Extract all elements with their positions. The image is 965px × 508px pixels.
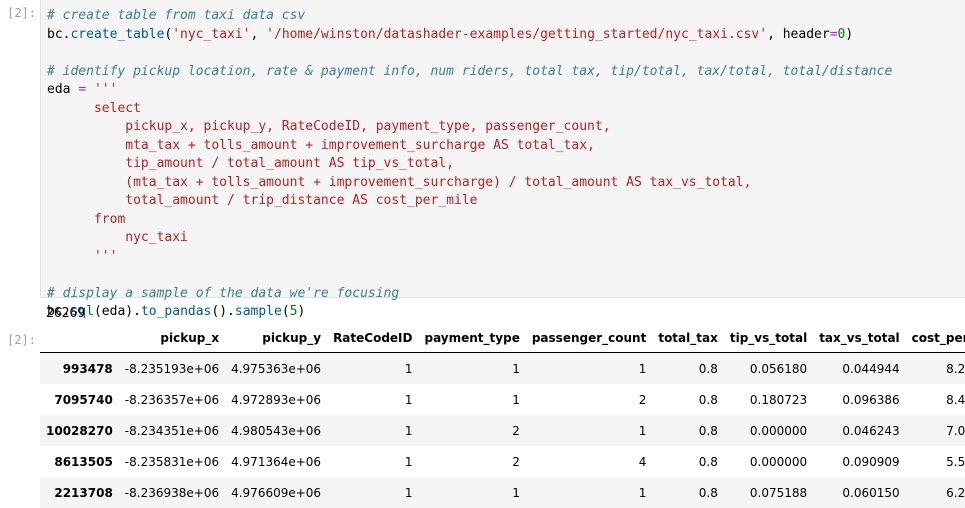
column-header: cost_per_mile [906, 324, 965, 353]
code-line: # create table from taxi data csv [47, 7, 965, 26]
code-line: eda = ''' [47, 81, 965, 100]
table-cell: 4.975363e+06 [225, 353, 327, 385]
table-cell: 4.980543e+06 [225, 415, 327, 446]
table-cell: 2 [526, 384, 652, 415]
column-header: RateCodeID [327, 324, 418, 353]
table-cell: 0.180723 [724, 384, 813, 415]
table-row: 8613505-8.235831e+064.971364e+061240.80.… [40, 446, 965, 477]
row-index: 7095740 [40, 384, 119, 415]
table-cell: 0.000000 [724, 446, 813, 477]
column-header: passenger_count [526, 324, 652, 353]
table-row: 2213708-8.236938e+064.976609e+061110.80.… [40, 477, 965, 508]
table-cell: 1 [327, 446, 418, 477]
table-cell: 0.8 [652, 353, 724, 385]
table-cell: 0.075188 [724, 477, 813, 508]
table-cell: 1 [418, 384, 525, 415]
column-header: pickup_x [119, 324, 225, 353]
dataframe-table: pickup_xpickup_yRateCodeIDpayment_typepa… [40, 324, 965, 508]
table-cell: 6.214953 [906, 477, 965, 508]
table-cell: 4.972893e+06 [225, 384, 327, 415]
column-header: pickup_y [225, 324, 327, 353]
table-row: 7095740-8.236357e+064.972893e+061120.80.… [40, 384, 965, 415]
code-line [47, 44, 965, 63]
stream-output: 26269 [46, 306, 85, 321]
code-line: tip_amount / total_amount AS tip_vs_tota… [47, 155, 965, 174]
table-row: 993478-8.235193e+064.975363e+061110.80.0… [40, 353, 965, 385]
table-cell: 0.090909 [813, 446, 905, 477]
code-line: select [47, 100, 965, 119]
table-cell: 8.469388 [906, 384, 965, 415]
table-cell: 0.8 [652, 415, 724, 446]
table-cell: -8.235831e+06 [119, 446, 225, 477]
code-line [47, 266, 965, 285]
row-index: 2213708 [40, 477, 119, 508]
table-cell: 1 [327, 353, 418, 385]
code-line: pickup_x, pickup_y, RateCodeID, payment_… [47, 118, 965, 137]
table-cell: 1 [418, 353, 525, 385]
table-header-row: pickup_xpickup_yRateCodeIDpayment_typepa… [40, 324, 965, 353]
table-cell: 1 [526, 353, 652, 385]
table-cell: 1 [526, 477, 652, 508]
input-prompt: [2]: [0, 6, 36, 20]
code-line: bc.create_table('nyc_taxi', '/home/winst… [47, 26, 965, 45]
table-cell: 0.096386 [813, 384, 905, 415]
table-cell: 2 [418, 446, 525, 477]
column-header: payment_type [418, 324, 525, 353]
table-cell: 4 [526, 446, 652, 477]
code-line: # identify pickup location, rate & payme… [47, 63, 965, 82]
row-index: 993478 [40, 353, 119, 385]
table-cell: 7.090164 [906, 415, 965, 446]
code-cell[interactable]: # create table from taxi data csvbc.crea… [40, 0, 965, 298]
code-line: total_amount / trip_distance AS cost_per… [47, 192, 965, 211]
table-cell: 1 [327, 477, 418, 508]
table-cell: 0.000000 [724, 415, 813, 446]
table-cell: 1 [418, 477, 525, 508]
code-editor[interactable]: # create table from taxi data csvbc.crea… [41, 0, 965, 322]
table-cell: 0.8 [652, 477, 724, 508]
table-cell: 1 [327, 415, 418, 446]
code-line: nyc_taxi [47, 229, 965, 248]
table-cell: -8.235193e+06 [119, 353, 225, 385]
column-header: tax_vs_total [813, 324, 905, 353]
table-cell: 5.534591 [906, 446, 965, 477]
row-index: 8613505 [40, 446, 119, 477]
table-cell: -8.234351e+06 [119, 415, 225, 446]
table-cell: 0.056180 [724, 353, 813, 385]
table-cell: -8.236938e+06 [119, 477, 225, 508]
row-index: 10028270 [40, 415, 119, 446]
table-cell: 4.976609e+06 [225, 477, 327, 508]
column-header: total_tax [652, 324, 724, 353]
table-cell: 0.8 [652, 446, 724, 477]
table-cell: 0.8 [652, 384, 724, 415]
table-cell: 8.240741 [906, 353, 965, 385]
table-cell: 0.060150 [813, 477, 905, 508]
table-cell: 0.046243 [813, 415, 905, 446]
code-line: # display a sample of the data we're foc… [47, 285, 965, 304]
column-header: tip_vs_total [724, 324, 813, 353]
table-cell: 1 [327, 384, 418, 415]
table-cell: 2 [418, 415, 525, 446]
output-prompt: [2]: [0, 333, 36, 347]
table-cell: -8.236357e+06 [119, 384, 225, 415]
table-cell: 1 [526, 415, 652, 446]
code-line: (mta_tax + tolls_amount + improvement_su… [47, 174, 965, 193]
table-cell: 0.044944 [813, 353, 905, 385]
code-line: ''' [47, 248, 965, 267]
code-line: mta_tax + tolls_amount + improvement_sur… [47, 137, 965, 156]
code-line: from [47, 211, 965, 230]
table-cell: 4.971364e+06 [225, 446, 327, 477]
table-row: 10028270-8.234351e+064.980543e+061210.80… [40, 415, 965, 446]
index-header-cell [40, 324, 119, 353]
code-line: bc.sql(eda).to_pandas().sample(5) [47, 303, 965, 322]
